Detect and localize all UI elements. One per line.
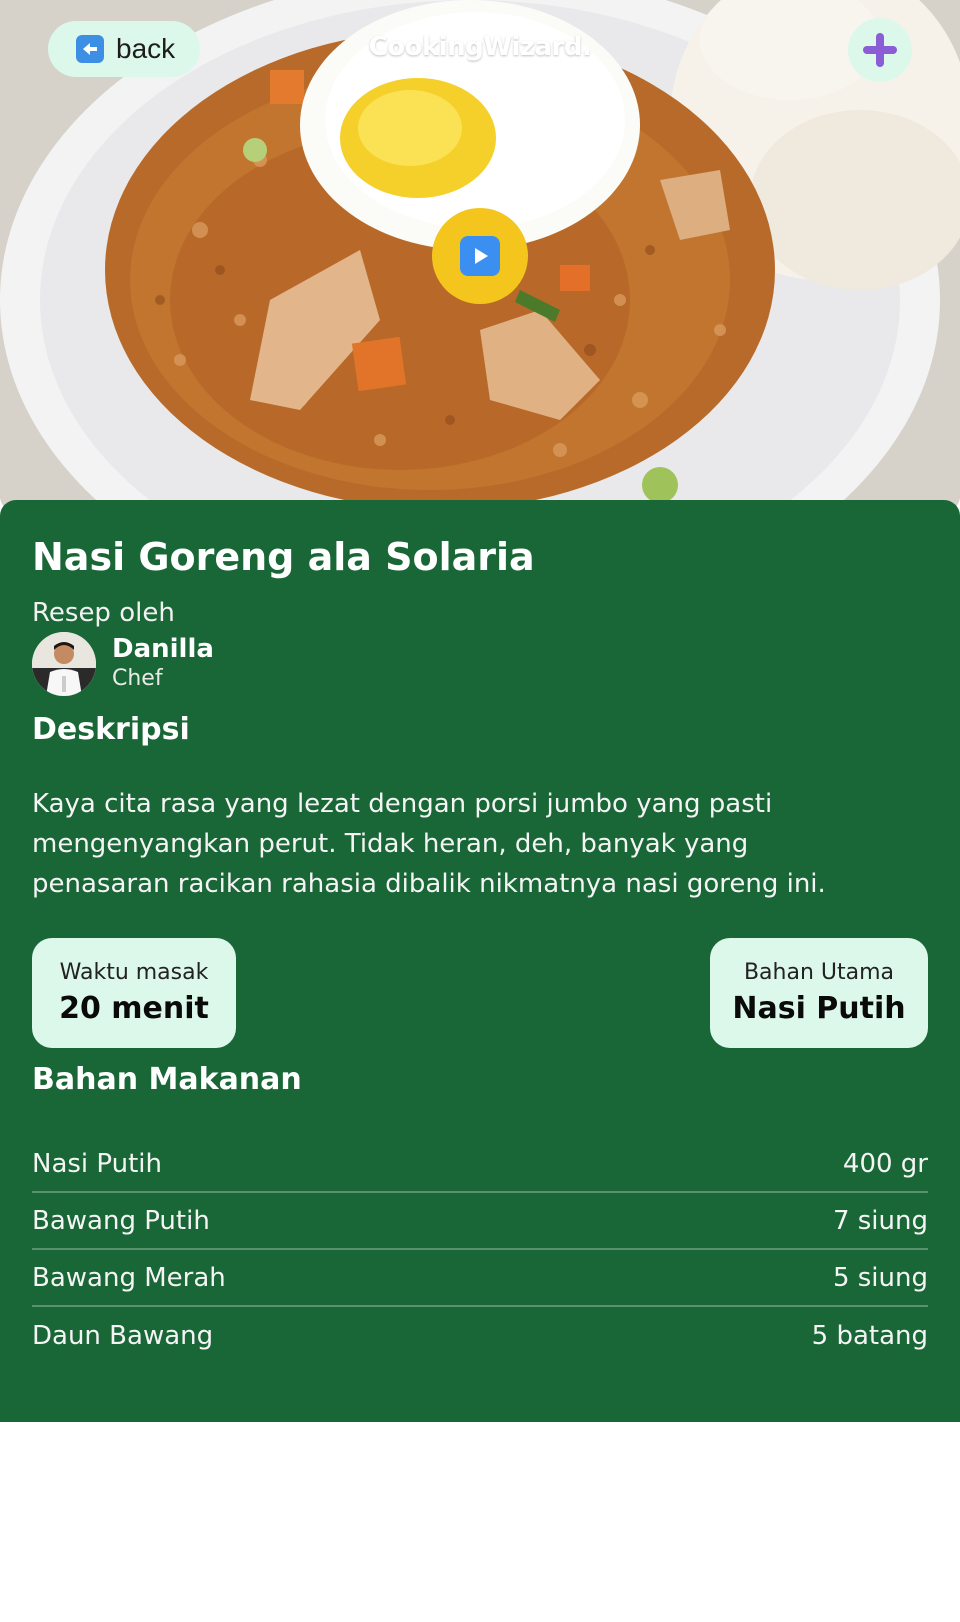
plus-icon [863,33,897,67]
ingredient-qty: 400 gr [842,1148,928,1179]
ingredient-qty: 7 siung [832,1205,928,1236]
ingredients-heading: Bahan Makanan [32,1062,302,1097]
avatar [32,632,96,696]
app-brand: CookingWizard. [368,32,592,62]
ingredient-qty: 5 batang [811,1320,928,1351]
author-name: Danilla [112,634,214,665]
ingredient-list: Nasi Putih 400 gr Bawang Putih 7 siung B… [32,1136,928,1364]
list-item: Bawang Putih 7 siung [32,1193,928,1250]
recipe-by-label: Resep oleh [32,598,175,628]
cook-time-value: 20 menit [59,991,209,1026]
list-item: Nasi Putih 400 gr [32,1136,928,1193]
list-item: Bawang Merah 5 siung [32,1250,928,1307]
main-ingredient-value: Nasi Putih [732,991,906,1026]
recipe-title: Nasi Goreng ala Solaria [32,535,535,579]
description-heading: Deskripsi [32,712,190,747]
cook-time-label: Waktu masak [59,960,209,985]
recipe-description: Kaya cita rasa yang lezat dengan porsi j… [32,789,826,899]
main-ingredient-card: Bahan Utama Nasi Putih [710,938,928,1048]
add-button[interactable] [848,18,912,82]
hero-image: back CookingWizard. [0,0,960,512]
ingredient-name: Nasi Putih [32,1148,163,1179]
author-role: Chef [112,666,163,692]
ingredient-name: Bawang Merah [32,1262,226,1293]
author-profile[interactable]: Danilla Chef [32,632,214,696]
ingredient-name: Daun Bawang [32,1320,214,1351]
play-icon [460,236,500,276]
main-ingredient-label: Bahan Utama [743,960,895,985]
ingredient-qty: 5 siung [832,1262,928,1293]
author-info: Danilla Chef [112,634,214,694]
ingredient-name: Bawang Putih [32,1205,210,1236]
recipe-detail-panel: Nasi Goreng ala Solaria Resep oleh Danil… [0,500,960,1422]
list-item: Daun Bawang 5 batang [32,1307,928,1364]
play-video-button[interactable] [432,208,528,304]
cook-time-card: Waktu masak 20 menit [32,938,236,1048]
